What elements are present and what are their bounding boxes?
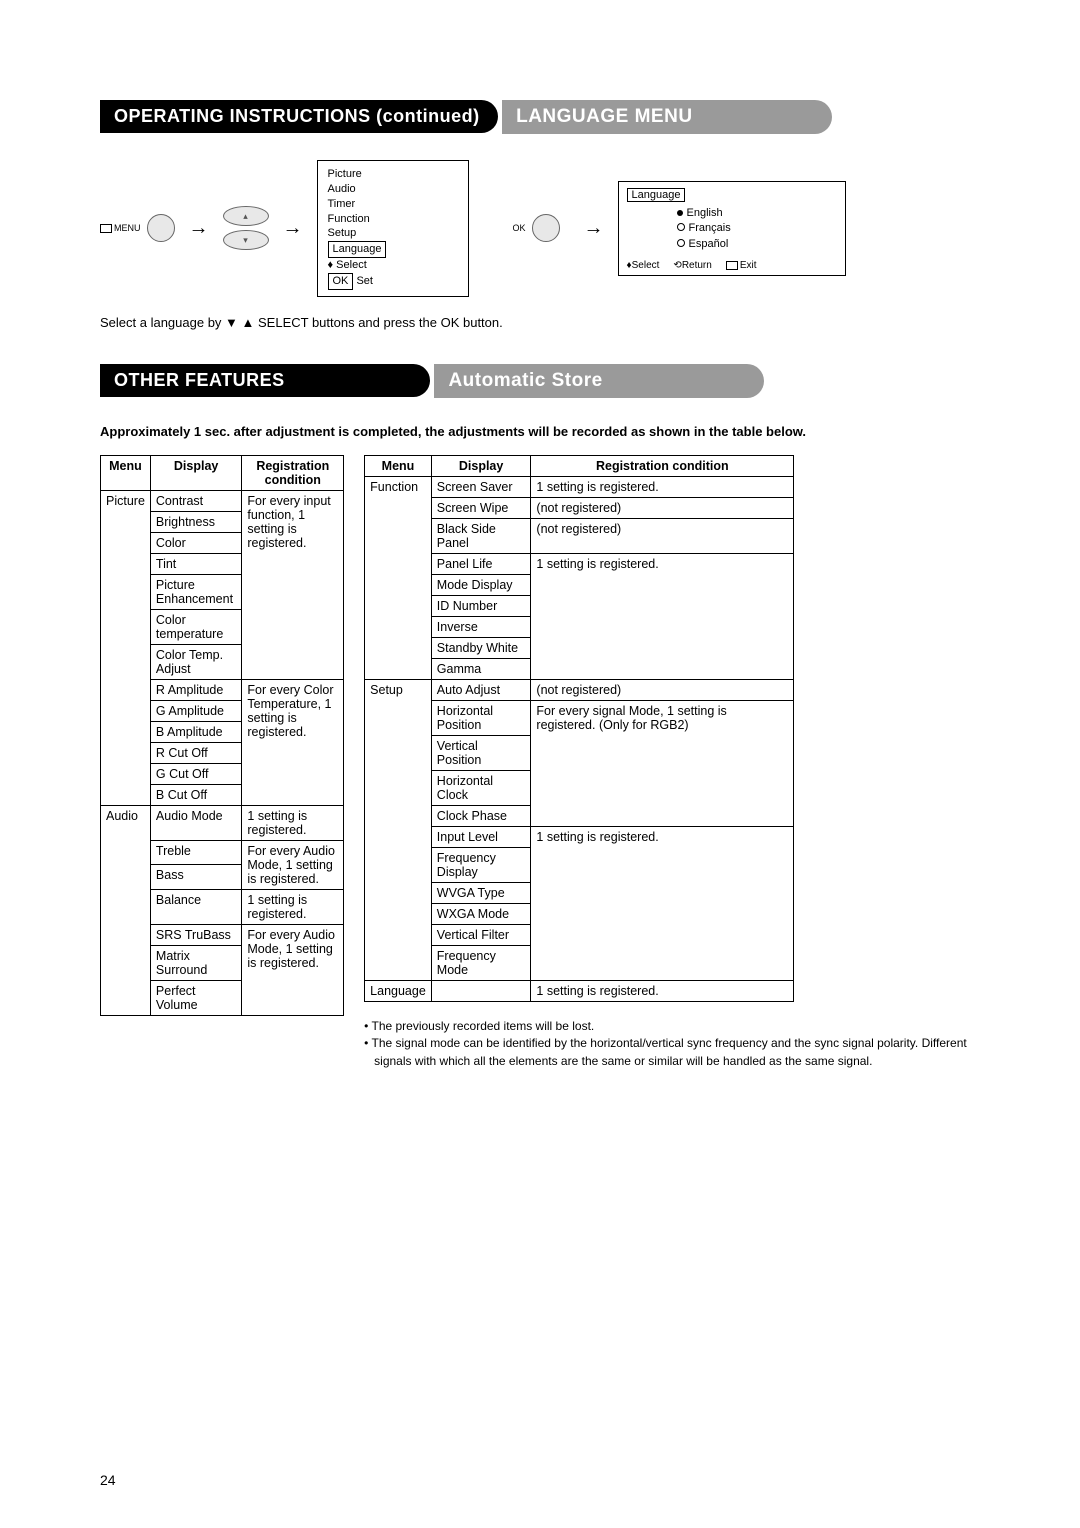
table-right: Menu Display Registration condition Func… — [364, 455, 794, 1002]
up-button-icon: ▴ — [223, 206, 269, 226]
menu-audio: Audio — [101, 805, 151, 1015]
heading-operating-instructions: OPERATING INSTRUCTIONS (continued) — [100, 100, 498, 133]
menu-button-label: MENU — [114, 223, 141, 233]
heading-automatic-store: Automatic Store — [434, 364, 764, 398]
language-flow-diagram: MENU → ▴ ▾ → Picture Audio Timer Functio… — [100, 160, 990, 297]
up-down-buttons: ▴ ▾ — [223, 206, 269, 250]
arrow-icon: → — [189, 217, 209, 240]
footnote-1: • The previously recorded items will be … — [364, 1018, 990, 1035]
menu-function: Function — [365, 476, 432, 679]
menu-setup: Setup — [365, 679, 432, 980]
down-button-icon: ▾ — [223, 230, 269, 250]
ok-button-label: OK — [513, 223, 526, 233]
registration-tables: Menu Display Registration condition Pict… — [100, 455, 990, 1070]
menu-picture: Picture — [101, 490, 151, 805]
table-left: Menu Display Registration condition Pict… — [100, 455, 344, 1016]
menu-button-icon — [147, 214, 175, 242]
other-features-stack: OTHER FEATURES Automatic Store — [100, 354, 990, 406]
page-number: 24 — [100, 1472, 116, 1488]
footnote-2: • The signal mode can be identified by t… — [364, 1035, 990, 1070]
language-highlight: Language — [328, 241, 387, 258]
headings-stack: OPERATING INSTRUCTIONS (continued) LANGU… — [100, 90, 990, 142]
osd-language-menu: Language English Français Español ♦Selec… — [618, 181, 846, 276]
osd-main-menu: Picture Audio Timer Function Setup Langu… — [317, 160, 469, 297]
heading-other-features: OTHER FEATURES — [100, 364, 430, 397]
bold-note: Approximately 1 sec. after adjustment is… — [100, 424, 990, 439]
ok-button-icon — [532, 214, 560, 242]
arrow-icon: → — [283, 217, 303, 240]
manual-page: OPERATING INSTRUCTIONS (continued) LANGU… — [0, 0, 1080, 1528]
arrow-icon: → — [584, 217, 604, 240]
heading-language-menu: LANGUAGE MENU — [502, 100, 832, 134]
footnotes: • The previously recorded items will be … — [364, 1018, 990, 1070]
language-instruction: Select a language by ▼ ▲ SELECT buttons … — [100, 315, 990, 330]
menu-language: Language — [365, 980, 432, 1001]
